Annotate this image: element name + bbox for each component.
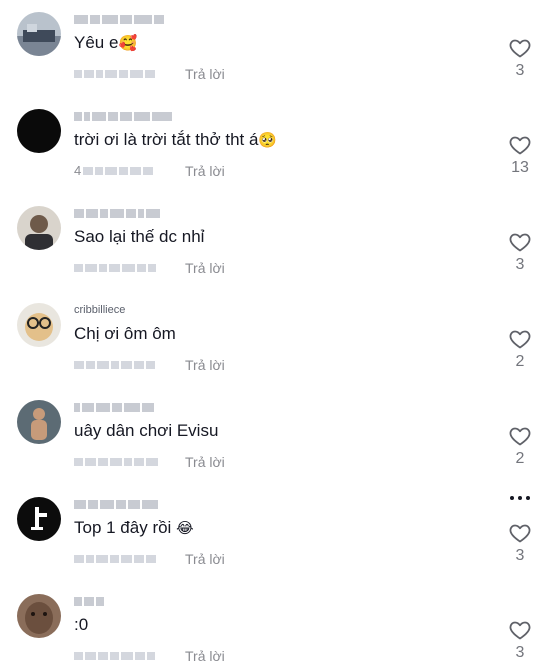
heart-outline-icon[interactable] [508,36,532,60]
like-count: 3 [515,644,525,661]
avatar[interactable] [17,497,61,541]
comment-meta: Trả lời [74,648,225,664]
like-count: 3 [515,256,525,273]
comment-date [74,455,174,469]
comment-item: Top 1 đây rồi 😂 Trả lời 3 [0,491,544,588]
reply-button[interactable]: Trả lời [185,66,225,82]
reply-button[interactable]: Trả lời [185,260,225,276]
comment-date: 4 [74,164,174,178]
reply-button[interactable]: Trả lời [185,163,225,179]
username[interactable] [74,595,184,607]
comment-date [74,67,174,81]
comment-meta: Trả lời [74,551,225,567]
heart-outline-icon[interactable] [508,133,532,157]
comment-item: :0 Trả lời 3 [0,588,544,671]
heart-outline-icon[interactable] [508,424,532,448]
more-horizontal-icon[interactable] [506,491,534,505]
comment-item: trời ơi là trời tắt thở tht á🥺 4 Trả lời… [0,103,544,200]
comment-item: Sao lại thế dc nhỉ Trả lời 3 [0,200,544,297]
comment-item: cribbilliece Chị ơi ôm ôm Trả lời 2 [0,297,544,394]
comment-date [74,358,174,372]
comment-item: Yêu e🥰 Trả lời 3 [0,6,544,103]
username[interactable]: cribbilliece [74,304,184,316]
comment-text: Sao lại thế dc nhỉ [74,227,205,246]
comment-text: Top 1 đây rồi 😂 [74,518,194,537]
reply-button[interactable]: Trả lời [185,454,225,470]
comment-date [74,649,174,663]
avatar[interactable] [17,206,61,250]
heart-outline-icon[interactable] [508,521,532,545]
comment-text: uây dân chơi Evisu [74,421,219,440]
smiling-hearts-emoji: 🥰 [118,34,138,52]
reply-button[interactable]: Trả lời [185,648,225,664]
username[interactable] [74,110,184,122]
avatar[interactable] [17,12,61,56]
reply-button[interactable]: Trả lời [185,551,225,567]
tears-of-joy-emoji: 😂 [176,519,194,537]
comment-item: uây dân chơi Evisu Trả lời 2 [0,394,544,491]
comment-text: :0 [74,615,89,634]
comment-date [74,552,174,566]
username[interactable] [74,13,184,25]
comment-text: Yêu e🥰 [74,33,138,52]
heart-outline-icon[interactable] [508,230,532,254]
avatar[interactable] [17,400,61,444]
reply-button[interactable]: Trả lời [185,357,225,373]
comment-meta: Trả lời [74,454,225,470]
username[interactable] [74,207,184,219]
like-count: 3 [515,547,525,564]
avatar[interactable] [17,303,61,347]
username[interactable] [74,401,184,413]
comment-meta: Trả lời [74,260,225,276]
avatar[interactable] [17,594,61,638]
like-count: 2 [515,450,525,467]
heart-outline-icon[interactable] [508,618,532,642]
like-count: 13 [511,159,529,176]
comment-meta: Trả lời [74,357,225,373]
comment-meta: 4 Trả lời [74,163,225,179]
comment-text: Chị ơi ôm ôm [74,324,176,343]
like-count: 2 [515,353,525,370]
comment-meta: Trả lời [74,66,225,82]
avatar[interactable] [17,109,61,153]
username[interactable] [74,498,184,510]
like-count: 3 [515,62,525,79]
comment-date [74,261,174,275]
comment-text: trời ơi là trời tắt thở tht á🥺 [74,130,278,149]
heart-outline-icon[interactable] [508,327,532,351]
pleading-face-emoji: 🥺 [258,131,278,149]
